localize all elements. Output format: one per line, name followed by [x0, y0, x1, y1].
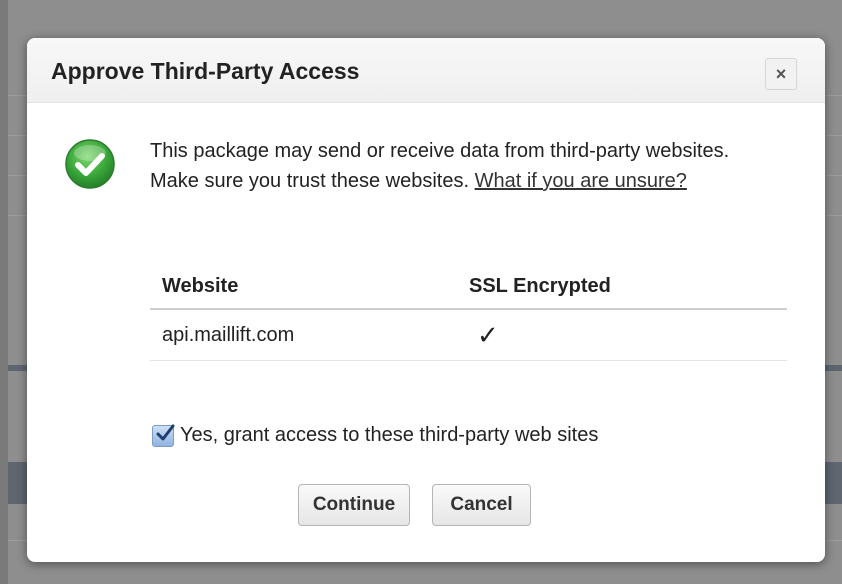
table-header-row: Website SSL Encrypted: [150, 264, 787, 310]
column-header-ssl: SSL Encrypted: [457, 264, 787, 310]
dialog-header: Approve Third-Party Access ×: [27, 38, 825, 103]
checkbox-check-icon: [156, 424, 175, 440]
grant-access-label: Yes, grant access to these third-party w…: [180, 424, 599, 446]
website-cell: api.maillift.com: [150, 309, 457, 361]
column-header-website: Website: [150, 264, 457, 310]
table-row: api.maillift.com ✓: [150, 309, 787, 361]
cancel-button[interactable]: Cancel: [432, 484, 531, 526]
checkmark-icon: ✓: [477, 319, 499, 350]
approve-access-dialog: Approve Third-Party Access × This packag…: [27, 38, 825, 562]
dialog-message: This package may send or receive data fr…: [150, 136, 780, 196]
continue-button[interactable]: Continue: [298, 484, 410, 526]
close-button[interactable]: ×: [765, 58, 797, 90]
dialog-title: Approve Third-Party Access: [51, 58, 360, 84]
close-icon: ×: [775, 64, 787, 84]
ssl-cell: ✓: [457, 309, 787, 361]
check-circle-icon: [64, 138, 116, 190]
grant-access-option[interactable]: Yes, grant access to these third-party w…: [152, 424, 598, 447]
help-link[interactable]: What if you are unsure?: [475, 170, 687, 192]
website-table: Website SSL Encrypted api.maillift.com ✓: [150, 264, 787, 361]
grant-access-checkbox[interactable]: [152, 424, 175, 447]
